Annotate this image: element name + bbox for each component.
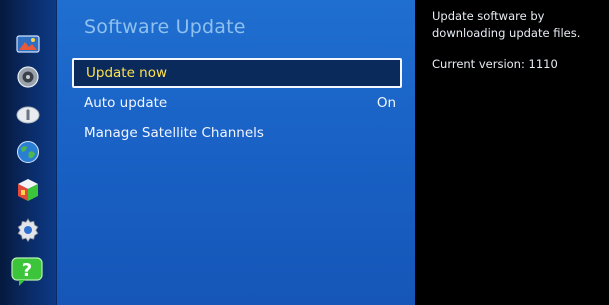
picture-icon[interactable] [14, 30, 42, 58]
current-version: Current version: 1110 [432, 57, 558, 71]
network-icon[interactable] [14, 138, 42, 166]
menu-item-auto-update[interactable]: Auto update On [72, 88, 402, 118]
menu-item-label: Auto update [84, 95, 168, 111]
sound-icon[interactable] [14, 63, 42, 91]
help-icon[interactable]: ? [10, 256, 44, 288]
system-icon[interactable] [14, 176, 42, 204]
help-description: Update software by downloading update fi… [432, 9, 581, 40]
menu-item-manage-satellite-channels[interactable]: Manage Satellite Channels [72, 118, 402, 148]
tv-settings-screen: ? Software Update Update now Auto update… [0, 0, 609, 305]
page-title: Software Update [84, 16, 246, 38]
info-pane: Update software by downloading update fi… [432, 8, 602, 87]
menu-item-label: Update now [86, 65, 168, 81]
svg-text:?: ? [22, 260, 32, 281]
settings-panel: Software Update Update now Auto update O… [56, 0, 415, 305]
menu-item-update-now[interactable]: Update now [72, 58, 402, 88]
broadcast-icon[interactable] [14, 100, 42, 128]
menu-item-value: On [376, 95, 396, 111]
support-icon[interactable] [14, 216, 42, 244]
settings-menu: Update now Auto update On Manage Satelli… [72, 58, 402, 148]
menu-item-label: Manage Satellite Channels [84, 125, 264, 141]
category-rail: ? [0, 0, 56, 305]
